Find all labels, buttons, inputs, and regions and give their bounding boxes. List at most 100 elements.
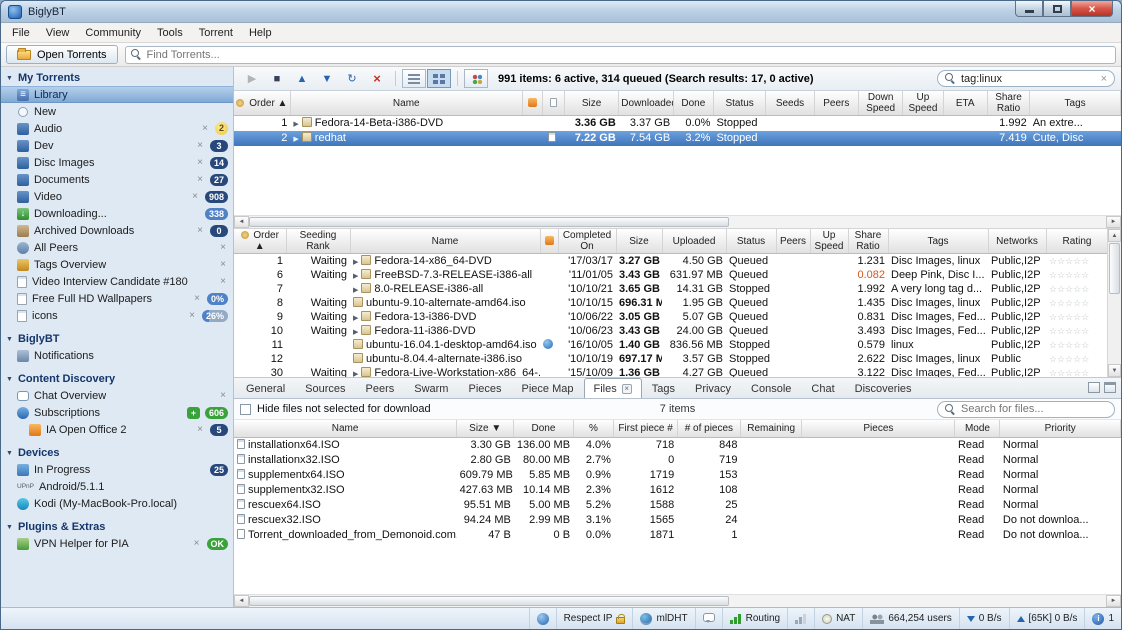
table-row[interactable]: rescuex32.ISO 94.24 MB 2.99 MB 3.1% 1565 24 Re… bbox=[234, 512, 1121, 527]
sidebar-item-all-peers[interactable]: All Peers × bbox=[1, 239, 233, 256]
scrollbar-track[interactable] bbox=[249, 216, 1106, 228]
table-row[interactable]: 12 ubuntu-8.04.4-alternate-i386.iso '10/10… bbox=[234, 352, 1107, 366]
status-download-speed[interactable]: 0 B/s bbox=[958, 608, 1009, 629]
sidebar-item-video[interactable]: Video × 908 bbox=[1, 188, 233, 205]
close-icon[interactable]: × bbox=[187, 310, 197, 321]
menu-item-tools[interactable]: Tools bbox=[149, 25, 191, 41]
column-header-size[interactable]: Size bbox=[616, 229, 663, 254]
column-header-pieces[interactable]: Pieces bbox=[801, 420, 956, 438]
rating-stars[interactable]: ☆☆☆☆☆ bbox=[1049, 284, 1089, 294]
table-row[interactable]: 1 Waiting ▶ Fedora-14-x86_64-DVD '17/03/17 3.… bbox=[234, 254, 1107, 268]
column-header-completed-on[interactable]: Completed On bbox=[558, 229, 617, 254]
close-icon[interactable]: × bbox=[195, 225, 205, 236]
sidebar-item-disc-images[interactable]: Disc Images × 14 bbox=[1, 154, 233, 171]
tab-sources[interactable]: Sources bbox=[295, 378, 355, 398]
title-bar[interactable]: BiglyBT × bbox=[1, 1, 1121, 23]
status-nat-status[interactable]: NAT bbox=[814, 608, 862, 629]
torrent-filter-input[interactable] bbox=[961, 72, 1096, 85]
column-header-uploaded[interactable]: Uploaded bbox=[662, 229, 727, 254]
scroll-down-icon[interactable]: ▼ bbox=[1108, 364, 1121, 377]
start-button[interactable]: ▶ bbox=[240, 69, 264, 88]
clear-search-icon[interactable]: × bbox=[1101, 73, 1107, 85]
close-icon[interactable]: × bbox=[192, 538, 202, 549]
column-header-share-ratio[interactable]: Share Ratio bbox=[987, 91, 1031, 116]
rating-stars[interactable]: ☆☆☆☆☆ bbox=[1049, 326, 1089, 336]
tab-pieces[interactable]: Pieces bbox=[458, 378, 511, 398]
sidebar-item-kodi-my-macbook-pro-local[interactable]: Kodi (My-MacBook-Pro.local) bbox=[1, 495, 233, 512]
status-routing[interactable]: Routing bbox=[721, 608, 787, 629]
stop-button[interactable]: ■ bbox=[265, 69, 289, 88]
sidebar-item-notifications[interactable]: Notifications bbox=[1, 347, 233, 364]
sidebar-item-library[interactable]: Library bbox=[1, 86, 233, 103]
table-row[interactable]: 6 Waiting ▶ FreeBSD-7.3-RELEASE-i386-all '11… bbox=[234, 268, 1107, 282]
status-upload-speed[interactable]: [65K] 0 B/s bbox=[1008, 608, 1085, 629]
scroll-left-icon[interactable]: ◄ bbox=[234, 216, 249, 228]
column-header-of-pieces[interactable]: # of pieces bbox=[677, 420, 742, 438]
table-row[interactable]: supplementx64.ISO 609.79 MB 5.85 MB 0.9% 171… bbox=[234, 467, 1121, 482]
move-up-button[interactable]: ▲ bbox=[290, 69, 314, 88]
view-detail-button[interactable] bbox=[427, 69, 451, 88]
column-header-name[interactable]: Name bbox=[350, 229, 541, 254]
open-torrents-button[interactable]: Open Torrents bbox=[6, 45, 118, 64]
column-options-button[interactable] bbox=[464, 69, 488, 88]
sidebar-item-new[interactable]: New bbox=[1, 103, 233, 120]
sidebar-item-tags-overview[interactable]: Tags Overview × bbox=[1, 256, 233, 273]
sidebar-section-plugins-extras[interactable]: ▼ Plugins & Extras bbox=[1, 518, 233, 535]
expander-icon[interactable]: ▶ bbox=[353, 287, 358, 294]
column-header-rating[interactable]: Rating bbox=[1046, 229, 1107, 254]
table-row[interactable]: rescuex64.ISO 95.51 MB 5.00 MB 5.2% 1588 25 Re… bbox=[234, 497, 1121, 512]
close-icon[interactable]: × bbox=[218, 259, 228, 270]
column-header-rss-icon[interactable] bbox=[540, 229, 559, 254]
rating-stars[interactable]: ☆☆☆☆☆ bbox=[1049, 298, 1089, 308]
sidebar-section-biglybt[interactable]: ▼ BiglyBT bbox=[1, 330, 233, 347]
column-header-order[interactable]: Order ▲ bbox=[234, 229, 287, 254]
table-row[interactable]: 1 ▶ Fedora-14-Beta-i386-DVD 3.36 GB 3.37 GB 0… bbox=[234, 116, 1121, 131]
minimize-panel-icon[interactable] bbox=[1088, 382, 1100, 393]
tab-privacy[interactable]: Privacy bbox=[685, 378, 741, 398]
find-torrents-input[interactable] bbox=[146, 48, 1110, 61]
expander-icon[interactable]: ▶ bbox=[353, 259, 358, 266]
column-header-doc-icon[interactable] bbox=[542, 91, 565, 116]
table-row[interactable]: 2 ▶ redhat 7.22 GB 7.54 GB 3.2% Stopped 7.419 Cu… bbox=[234, 130, 1121, 146]
column-header-up-speed[interactable]: Up Speed bbox=[902, 91, 944, 116]
scrollbar-thumb[interactable] bbox=[1109, 243, 1120, 295]
column-header-status[interactable]: Status bbox=[726, 229, 777, 254]
expander-icon[interactable]: ▶ bbox=[353, 329, 358, 336]
menu-item-view[interactable]: View bbox=[38, 25, 78, 41]
maximize-panel-icon[interactable] bbox=[1104, 382, 1116, 393]
tab-piece-map[interactable]: Piece Map bbox=[512, 378, 584, 398]
sidebar-item-video-interview-candidate-180[interactable]: Video Interview Candidate #180 × bbox=[1, 273, 233, 290]
close-button[interactable]: × bbox=[1071, 1, 1113, 17]
expander-icon[interactable]: ▶ bbox=[293, 136, 298, 143]
close-icon[interactable]: × bbox=[218, 276, 228, 287]
tab-tags[interactable]: Tags bbox=[642, 378, 685, 398]
scrollbar-thumb[interactable] bbox=[249, 217, 729, 227]
refresh-button[interactable]: ↻ bbox=[340, 69, 364, 88]
menu-item-community[interactable]: Community bbox=[77, 25, 149, 41]
column-header-share-ratio[interactable]: Share Ratio bbox=[848, 229, 889, 254]
column-header-status[interactable]: Status bbox=[713, 91, 767, 116]
column-header-priority[interactable]: Priority bbox=[999, 420, 1121, 438]
close-icon[interactable]: × bbox=[190, 191, 200, 202]
close-icon[interactable]: × bbox=[621, 383, 632, 394]
scrollbar-thumb[interactable] bbox=[249, 596, 729, 606]
column-header-eta[interactable]: ETA bbox=[943, 91, 988, 116]
table-row[interactable]: supplementx32.ISO 427.63 MB 10.14 MB 2.3% 16… bbox=[234, 482, 1121, 497]
add-subscription-icon[interactable]: + bbox=[186, 406, 200, 419]
column-header-remaining[interactable]: Remaining bbox=[740, 420, 803, 438]
sidebar-item-icons[interactable]: icons × 26% bbox=[1, 307, 233, 324]
sidebar-item-free-full-hd-wallpapers[interactable]: Free Full HD Wallpapers × 0% bbox=[1, 290, 233, 307]
view-list-button[interactable] bbox=[402, 69, 426, 88]
close-icon[interactable]: × bbox=[192, 293, 202, 304]
expander-icon[interactable]: ▶ bbox=[353, 315, 358, 322]
status-signal-strength[interactable] bbox=[787, 608, 814, 629]
close-icon[interactable]: × bbox=[218, 390, 228, 401]
minimize-button[interactable] bbox=[1015, 1, 1043, 17]
menu-item-file[interactable]: File bbox=[4, 25, 38, 41]
files-search-input[interactable] bbox=[961, 403, 1107, 415]
tab-chat[interactable]: Chat bbox=[801, 378, 844, 398]
sidebar-item-dev[interactable]: Dev × 3 bbox=[1, 137, 233, 154]
column-header-mode[interactable]: Mode bbox=[954, 420, 1001, 438]
close-icon[interactable]: × bbox=[218, 242, 228, 253]
table-row[interactable]: installationx64.ISO 3.30 GB 136.00 MB 4.0% 7… bbox=[234, 437, 1121, 452]
